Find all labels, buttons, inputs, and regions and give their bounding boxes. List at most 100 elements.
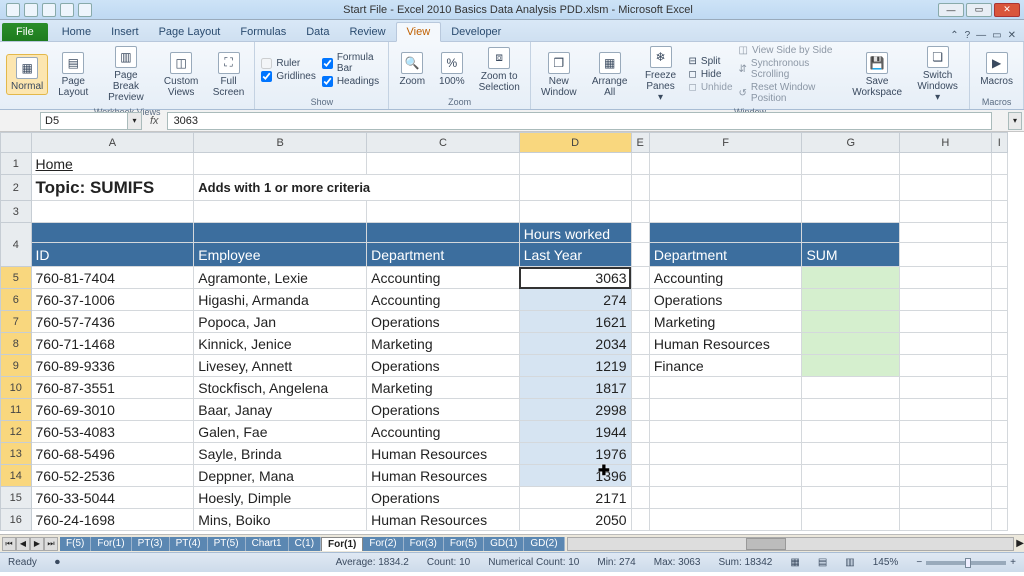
select-all-corner[interactable] bbox=[1, 133, 32, 153]
cell-D4[interactable]: Last Year bbox=[519, 243, 631, 267]
workbook-minimize-icon[interactable]: — bbox=[976, 30, 986, 41]
cell-F5[interactable]: Accounting bbox=[649, 267, 802, 289]
redo-icon[interactable] bbox=[60, 3, 74, 17]
tab-page-layout[interactable]: Page Layout bbox=[149, 23, 231, 41]
name-box-dropdown[interactable]: ▾ bbox=[128, 112, 142, 130]
custom-views-button[interactable]: ◫Custom Views bbox=[160, 50, 203, 100]
qat-more-icon[interactable] bbox=[78, 3, 92, 17]
normal-view-button[interactable]: ▦Normal bbox=[6, 54, 48, 95]
save-icon[interactable] bbox=[24, 3, 38, 17]
headings-checkbox[interactable]: Headings bbox=[322, 76, 383, 87]
page-break-preview-button[interactable]: ▥Page Break Preview bbox=[98, 44, 153, 105]
zoom-in-button[interactable]: + bbox=[1010, 557, 1016, 568]
row-3[interactable]: 3 bbox=[1, 201, 32, 223]
macro-record-icon[interactable]: ⏺ bbox=[55, 557, 60, 568]
gridlines-checkbox[interactable]: Gridlines bbox=[261, 71, 315, 82]
file-tab[interactable]: File bbox=[2, 23, 48, 41]
switch-windows-button[interactable]: ❏Switch Windows ▾ bbox=[912, 44, 963, 105]
freeze-panes-button[interactable]: ❄Freeze Panes ▾ bbox=[639, 44, 683, 105]
macros-button[interactable]: ▶Macros bbox=[976, 50, 1017, 89]
sheet-tab[interactable]: F(5) bbox=[60, 537, 91, 551]
tab-view[interactable]: View bbox=[396, 22, 442, 42]
sheet-tab[interactable]: For(1) bbox=[91, 537, 131, 551]
cell-B2[interactable]: Adds with 1 or more criteria bbox=[194, 175, 519, 201]
name-box[interactable]: D5 bbox=[40, 112, 128, 130]
col-B[interactable]: B bbox=[194, 133, 367, 153]
row-1[interactable]: 1 bbox=[1, 153, 32, 175]
row-11[interactable]: 11 bbox=[1, 399, 32, 421]
row-10[interactable]: 10 bbox=[1, 377, 32, 399]
formula-bar-checkbox[interactable]: Formula Bar bbox=[322, 52, 383, 74]
formula-input[interactable]: 3063 bbox=[167, 112, 992, 130]
col-G[interactable]: G bbox=[802, 133, 900, 153]
col-E[interactable]: E bbox=[631, 133, 649, 153]
tab-review[interactable]: Review bbox=[339, 23, 395, 41]
tab-insert[interactable]: Insert bbox=[101, 23, 149, 41]
sheet-tab[interactable]: PT(3) bbox=[132, 537, 170, 551]
col-F[interactable]: F bbox=[649, 133, 802, 153]
cell-A2[interactable]: Topic: SUMIFS bbox=[31, 175, 194, 201]
sheet-tab[interactable]: GD(2) bbox=[524, 537, 564, 551]
row-5[interactable]: 5 bbox=[1, 267, 32, 289]
row-14[interactable]: 14 bbox=[1, 465, 32, 487]
sheet-tab[interactable]: GD(1) bbox=[484, 537, 524, 551]
cell-C4[interactable]: Department bbox=[367, 243, 520, 267]
tab-nav-last-icon[interactable]: ⏭ bbox=[44, 537, 58, 551]
sheet-tab[interactable]: Chart1 bbox=[246, 537, 289, 551]
minimize-ribbon-icon[interactable]: ⌃ bbox=[950, 30, 958, 41]
workbook-restore-icon[interactable]: ▭ bbox=[992, 30, 1001, 41]
row-7[interactable]: 7 bbox=[1, 311, 32, 333]
sheet-tab[interactable]: C(1) bbox=[289, 537, 321, 551]
tab-nav-prev-icon[interactable]: ◀ bbox=[16, 537, 30, 551]
zoom-out-button[interactable]: − bbox=[916, 557, 922, 568]
cell-G4[interactable]: SUM bbox=[802, 243, 900, 267]
sheet-tab[interactable]: PT(4) bbox=[170, 537, 208, 551]
view-normal-icon[interactable]: ▦ bbox=[790, 557, 799, 568]
cell-B5[interactable]: Agramonte, Lexie bbox=[194, 267, 367, 289]
tab-nav-first-icon[interactable]: ⏮ bbox=[2, 537, 16, 551]
col-I[interactable]: I bbox=[991, 133, 1007, 153]
row-8[interactable]: 8 bbox=[1, 333, 32, 355]
help-icon[interactable]: ? bbox=[965, 30, 971, 41]
excel-icon[interactable] bbox=[6, 3, 20, 17]
ruler-checkbox[interactable]: Ruler bbox=[261, 58, 315, 69]
cell-A1[interactable]: Home bbox=[31, 153, 194, 175]
full-screen-button[interactable]: ⛶Full Screen bbox=[209, 50, 249, 100]
undo-icon[interactable] bbox=[42, 3, 56, 17]
sheet-tab[interactable]: For(5) bbox=[444, 537, 484, 551]
split-button[interactable]: ⊟Split bbox=[689, 56, 733, 67]
row-6[interactable]: 6 bbox=[1, 289, 32, 311]
col-H[interactable]: H bbox=[900, 133, 992, 153]
save-workspace-button[interactable]: 💾Save Workspace bbox=[848, 50, 906, 100]
formula-expand-icon[interactable]: ▾ bbox=[1008, 112, 1022, 130]
workbook-close-icon[interactable]: ✕ bbox=[1008, 30, 1016, 41]
minimize-button[interactable]: — bbox=[938, 3, 964, 17]
horizontal-scrollbar[interactable] bbox=[567, 537, 1015, 551]
new-window-button[interactable]: ❐New Window bbox=[537, 50, 581, 100]
cell-C5[interactable]: Accounting bbox=[367, 267, 520, 289]
cell-F4[interactable]: Department bbox=[649, 243, 802, 267]
page-layout-button[interactable]: ▤Page Layout bbox=[54, 50, 92, 100]
maximize-button[interactable]: ▭ bbox=[966, 3, 992, 17]
unhide-button[interactable]: ◻Unhide bbox=[689, 82, 733, 93]
tab-home[interactable]: Home bbox=[52, 23, 101, 41]
arrange-all-button[interactable]: ▦Arrange All bbox=[587, 50, 633, 100]
zoom-level[interactable]: 145% bbox=[873, 557, 899, 568]
row-15[interactable]: 15 bbox=[1, 487, 32, 509]
sync-scroll-button[interactable]: ⇵Synchronous Scrolling bbox=[739, 58, 843, 80]
cell-A4[interactable]: ID bbox=[31, 243, 194, 267]
close-button[interactable]: ✕ bbox=[994, 3, 1020, 17]
col-D[interactable]: D bbox=[519, 133, 631, 153]
cell-B4[interactable]: Employee bbox=[194, 243, 367, 267]
view-side-by-side-button[interactable]: ◫View Side by Side bbox=[739, 45, 843, 56]
zoom-slider[interactable] bbox=[926, 561, 1006, 565]
row-13[interactable]: 13 bbox=[1, 443, 32, 465]
sheet-tab[interactable]: For(1) bbox=[321, 537, 363, 551]
worksheet[interactable]: A B C D E F G H I 1 Home 2 Topic: SUMIFS… bbox=[0, 132, 1024, 534]
zoom-100-button[interactable]: %100% bbox=[435, 50, 469, 89]
view-page-layout-icon[interactable]: ▤ bbox=[818, 557, 827, 568]
tab-nav-next-icon[interactable]: ▶ bbox=[30, 537, 44, 551]
hide-button[interactable]: ◻Hide bbox=[689, 69, 733, 80]
cell-A5[interactable]: 760-81-7404 bbox=[31, 267, 194, 289]
sheet-tab[interactable]: For(2) bbox=[363, 537, 403, 551]
